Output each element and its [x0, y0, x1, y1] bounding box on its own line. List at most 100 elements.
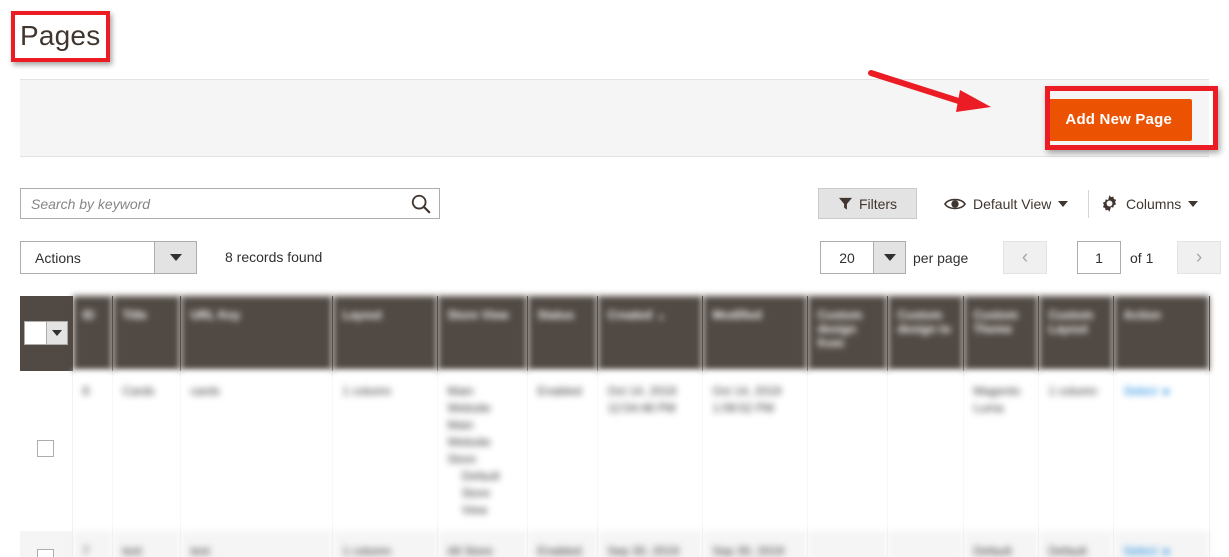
view-label: Default View	[973, 195, 1052, 212]
column-header-custom-layout[interactable]: Custom Layout	[1038, 296, 1114, 371]
store-view-store: Main Website Store	[447, 418, 491, 466]
cell-action[interactable]: Select	[1113, 371, 1210, 531]
store-view-view: Default Store View	[461, 469, 500, 517]
cell-store-view: All Store Views	[437, 531, 528, 557]
cell-custom-design-from	[807, 371, 888, 531]
cell-modified: Oct 14, 2019 1:09:52 PM	[702, 371, 808, 531]
grid-body: 8 Cards cards 1 column Main Website Main…	[20, 371, 1210, 557]
table-row[interactable]: 8 Cards cards 1 column Main Website Main…	[20, 371, 1210, 531]
eye-icon	[944, 198, 966, 209]
cell-created: Oct 14, 2019 12:54:48 PM	[597, 371, 703, 531]
store-view-website: Main Website	[447, 384, 491, 415]
row-select-action[interactable]: Select	[1124, 384, 1170, 398]
column-header-layout[interactable]: Layout	[332, 296, 438, 371]
view-bookmarks-control[interactable]: Default View	[944, 188, 1069, 219]
total-pages-label: of 1	[1130, 250, 1154, 266]
column-header-id[interactable]: ID	[72, 296, 113, 371]
add-new-page-button[interactable]: Add New Page	[1045, 99, 1192, 141]
per-page-label: per page	[913, 250, 969, 266]
row-select-action-label: Select	[1123, 544, 1157, 557]
column-header-custom-theme[interactable]: Custom Theme	[963, 296, 1039, 371]
column-header-url-key[interactable]: URL Key	[180, 296, 333, 371]
cell-id: 7	[72, 531, 113, 557]
page-title: Pages	[20, 20, 101, 51]
cell-custom-layout: 1 column	[1038, 371, 1114, 531]
modified-time: 1:09:52 PM	[712, 401, 774, 415]
cell-action[interactable]: Select	[1113, 531, 1210, 557]
cell-store-view: Main Website Main Website Store Default …	[437, 371, 528, 531]
filters-button[interactable]: Filters	[818, 188, 917, 219]
cell-url-key: cards	[180, 371, 333, 531]
column-header-title[interactable]: Title	[112, 296, 181, 371]
column-header-action[interactable]: Action	[1113, 296, 1210, 371]
row-checkbox[interactable]	[37, 549, 55, 557]
pages-data-grid: ID Title URL Key Layout Store View Statu…	[20, 296, 1210, 557]
chevron-down-icon	[1161, 390, 1170, 395]
columns-control[interactable]: Columns	[1100, 188, 1199, 219]
modified-date: Sep 30, 2019	[712, 544, 784, 557]
cell-custom-layout: Default	[1038, 531, 1114, 557]
chevron-down-icon	[1058, 200, 1069, 207]
page-number-input[interactable]	[1077, 241, 1121, 274]
triangle-down-icon	[51, 329, 62, 336]
cell-custom-theme: Default	[963, 531, 1039, 557]
cell-custom-design-to	[887, 531, 964, 557]
triangle-down-icon	[883, 254, 896, 261]
triangle-down-icon	[169, 254, 182, 261]
column-header-store-view[interactable]: Store View	[437, 296, 528, 371]
select-all-header[interactable]	[20, 296, 73, 371]
search-box[interactable]	[20, 188, 440, 219]
column-header-custom-design-to[interactable]: Custom design to	[887, 296, 964, 371]
search-icon[interactable]	[410, 193, 432, 215]
page-actions-toolbar: Add New Page	[20, 79, 1209, 157]
cell-custom-design-to	[887, 371, 964, 531]
select-all-checkbox[interactable]	[23, 320, 68, 345]
search-input[interactable]	[21, 189, 401, 218]
modified-date: Oct 14, 2019	[712, 384, 782, 398]
toolbar-divider	[1088, 190, 1089, 218]
checkbox-icon[interactable]	[24, 321, 47, 344]
actions-dropdown-arrow[interactable]	[154, 242, 196, 273]
table-row[interactable]: 7 test test 1 column All Store Views Ena…	[20, 531, 1210, 557]
cell-url-key: test	[180, 531, 333, 557]
chevron-down-icon	[1161, 550, 1170, 555]
column-header-created[interactable]: Created	[597, 296, 703, 371]
created-date: Oct 14, 2019	[607, 384, 677, 398]
cell-status: Enabled	[527, 531, 598, 557]
column-header-modified[interactable]: Modified	[702, 296, 808, 371]
per-page-dropdown[interactable]: 20	[820, 241, 906, 274]
column-header-custom-design-from[interactable]: Custom design from	[807, 296, 888, 371]
cell-layout: 1 column	[332, 371, 438, 531]
cell-custom-design-from	[807, 531, 888, 557]
filters-label: Filters	[858, 195, 898, 212]
actions-label: Actions	[35, 249, 81, 266]
row-checkbox[interactable]	[37, 440, 55, 457]
cell-title: Cards	[112, 371, 181, 531]
row-select-cell[interactable]	[20, 531, 73, 557]
cell-status: Enabled	[527, 371, 598, 531]
cell-modified: Sep 30, 2019 5:04:21 AM	[702, 531, 808, 557]
store-view-website: All Store Views	[447, 544, 493, 557]
actions-dropdown[interactable]: Actions	[20, 241, 197, 274]
row-select-cell[interactable]	[20, 371, 73, 531]
select-all-dropdown-arrow[interactable]	[46, 321, 67, 344]
per-page-value: 20	[839, 249, 855, 266]
column-header-status[interactable]: Status	[527, 296, 598, 371]
chevron-down-icon	[1188, 200, 1199, 207]
columns-label: Columns	[1126, 195, 1182, 212]
cell-layout: 1 column	[332, 531, 438, 557]
per-page-dropdown-arrow[interactable]	[873, 242, 905, 273]
row-select-action-label: Select	[1123, 384, 1157, 398]
gear-icon	[1102, 195, 1117, 212]
cell-title: test	[112, 531, 181, 557]
records-found-label: 8 records found	[225, 249, 323, 265]
created-time: 12:54:48 PM	[607, 401, 676, 415]
cell-created: Sep 30, 2019 4:38:21 AM	[597, 531, 703, 557]
funnel-icon	[838, 197, 852, 210]
grid-header-row: ID Title URL Key Layout Store View Statu…	[20, 296, 1210, 371]
cell-custom-theme: Magento Luma	[963, 371, 1039, 531]
next-page-button[interactable]: ›	[1177, 241, 1221, 274]
previous-page-button[interactable]: ‹	[1003, 241, 1047, 274]
created-date: Sep 30, 2019	[607, 544, 679, 557]
row-select-action[interactable]: Select	[1124, 544, 1170, 557]
